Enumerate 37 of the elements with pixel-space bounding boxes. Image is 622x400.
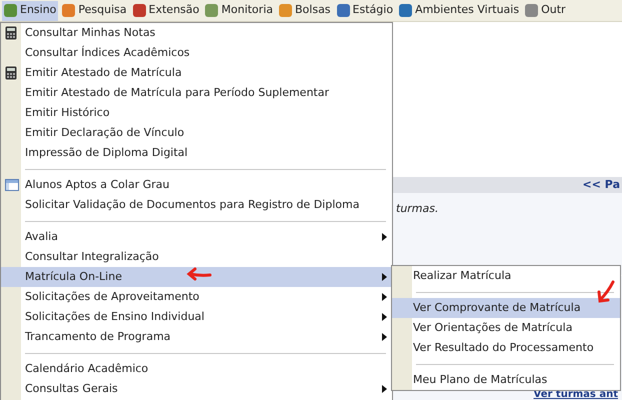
calculator-icon — [5, 26, 17, 40]
annotation-arrow-icon — [596, 280, 616, 304]
menu-item[interactable]: Consultas Gerais — [1, 379, 392, 399]
menu-item[interactable]: Ver Comprovante de Matrícula — [392, 298, 620, 318]
annotation-arrow-icon — [186, 267, 212, 283]
menu-item[interactable]: Ver Resultado do Processamento — [392, 338, 620, 358]
menu-item[interactable]: Solicitações de Ensino Individual — [1, 307, 392, 327]
menubar-item[interactable]: Ambientes Virtuais — [397, 0, 522, 20]
menu-item[interactable]: Trancamento de Programa — [1, 327, 392, 347]
table-icon — [5, 178, 19, 192]
menubar-item[interactable]: Estágio — [334, 0, 396, 20]
menu-item[interactable]: Meu Plano de Matrículas — [392, 370, 620, 390]
calculator-icon — [5, 66, 17, 80]
menu-item[interactable]: Emitir Atestado de Matrícula para Período Suplementar — [1, 83, 392, 103]
menu-item[interactable]: Emitir Atestado de Matrícula — [1, 63, 392, 83]
menubar-item[interactable]: Ensino — [2, 0, 58, 20]
menu-item[interactable]: Emitir Declaração de Vínculo — [1, 123, 392, 143]
menu-item[interactable]: Ver Orientações de Matrícula — [392, 318, 620, 338]
menubar-item[interactable]: Extensão — [130, 0, 202, 20]
menubar-item[interactable]: Outr — [523, 0, 568, 20]
menu-item[interactable]: Impressão de Diploma Digital — [1, 143, 392, 163]
menu-item[interactable]: Calendário Acadêmico — [1, 359, 392, 379]
menubar-item[interactable]: Pesquisa — [60, 0, 129, 20]
menu-item[interactable]: Matrícula On-Line — [1, 267, 392, 287]
menubar-item[interactable]: Monitoria — [203, 0, 275, 20]
menu-item[interactable]: Consultar Integralização — [1, 247, 392, 267]
menu-item[interactable]: Solicitar Validação de Documentos para Registro de Diploma — [1, 195, 392, 215]
note-text: turmas. — [396, 202, 438, 215]
menu-item[interactable]: Avalia — [1, 227, 392, 247]
menu-item[interactable]: Emitir Histórico — [1, 103, 392, 123]
menubar-item[interactable]: Bolsas — [277, 0, 333, 20]
menu-item[interactable]: Realizar Matrícula — [392, 266, 620, 286]
menu-item[interactable]: Consultar Minhas Notas — [1, 23, 392, 43]
menu-item[interactable]: Alunos Aptos a Colar Grau — [1, 175, 392, 195]
menu-item[interactable]: Consultar Índices Acadêmicos — [1, 43, 392, 63]
page-link[interactable]: << Pa — [582, 176, 620, 194]
menu-item[interactable]: Solicitações de Aproveitamento — [1, 287, 392, 307]
